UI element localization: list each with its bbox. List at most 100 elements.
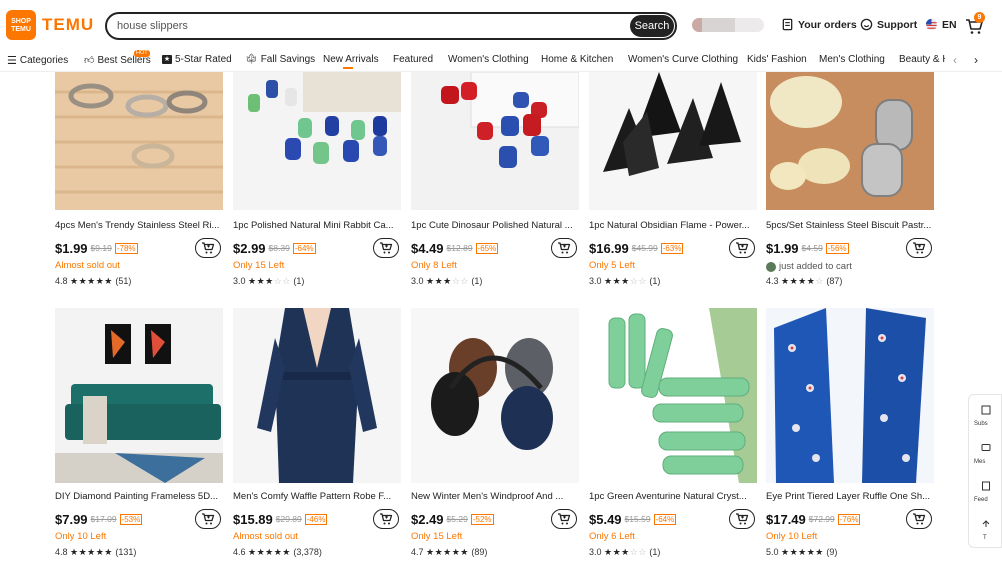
add-to-cart-button[interactable] [551, 238, 577, 258]
product-image[interactable] [766, 72, 934, 212]
product-image[interactable] [766, 308, 934, 483]
nav-womens-curve-label: Women's Curve Clothing [628, 54, 739, 65]
stock-status: Only 15 Left [411, 531, 463, 542]
nav-featured[interactable]: Featured [393, 54, 433, 65]
nav-five-star[interactable]: ★ 5-Star Rated [162, 54, 232, 65]
add-to-cart-button[interactable] [729, 509, 755, 529]
product-title[interactable]: 4pcs Men's Trendy Stainless Steel Ri... [55, 220, 221, 232]
arrow-up-icon[interactable] [981, 519, 991, 529]
product-image[interactable] [233, 72, 401, 212]
nav-beauty-label: Beauty & H [899, 54, 945, 65]
add-to-cart-button[interactable] [195, 509, 221, 529]
nav-home-kitchen-label: Home & Kitchen [541, 54, 614, 65]
discount-badge: -53% [119, 513, 143, 525]
product-title[interactable]: 1pc Natural Obsidian Flame - Power... [589, 220, 755, 232]
product-title[interactable]: Eye Print Tiered Layer Ruffle One Sh... [766, 491, 932, 503]
review-count: (1) [649, 276, 661, 286]
add-to-cart-button[interactable] [195, 238, 221, 258]
original-price: $9.19 [90, 243, 112, 253]
add-to-cart-icon [201, 241, 215, 255]
add-to-cart-icon [379, 512, 393, 526]
nav-mens-clothing[interactable]: Men's Clothing [819, 54, 885, 65]
discount-badge: -52% [470, 513, 494, 525]
rating-row: 3.0 ★★★☆☆ (1) [589, 276, 757, 288]
temu-logo[interactable]: SHOP TEMU TEMU [6, 10, 94, 40]
messages-label[interactable]: Mes [974, 459, 985, 465]
back-to-top-label[interactable]: T [983, 535, 987, 541]
message-icon[interactable] [981, 443, 991, 453]
product-image[interactable] [55, 72, 223, 212]
stock-status: Only 8 Left [411, 260, 457, 271]
nav-new-arrivals[interactable]: New Arrivals [323, 54, 379, 65]
subscribe-icon[interactable] [981, 405, 991, 415]
product-card[interactable]: 1pc Cute Dinosaur Polished Natural ... $… [411, 72, 579, 286]
product-title[interactable]: 1pc Polished Natural Mini Rabbit Ca... [233, 220, 399, 232]
cart-button[interactable]: 9 [964, 12, 985, 36]
product-title[interactable]: Men's Comfy Waffle Pattern Robe F... [233, 491, 399, 503]
your-orders-link[interactable]: Your orders [781, 18, 857, 31]
product-image[interactable] [411, 308, 579, 483]
product-title[interactable]: 1pc Green Aventurine Natural Cryst... [589, 491, 755, 503]
product-image[interactable] [55, 308, 223, 483]
add-to-cart-button[interactable] [373, 509, 399, 529]
feedback-label[interactable]: Feed [974, 497, 988, 503]
nav-womens-clothing[interactable]: Women's Clothing [448, 54, 529, 65]
product-price: $2.49 [411, 511, 444, 527]
account-avatar[interactable] [692, 18, 764, 32]
product-image[interactable] [411, 72, 579, 212]
language-selector[interactable]: EN [925, 18, 957, 31]
review-count: (131) [115, 547, 137, 557]
nav-home-kitchen[interactable]: Home & Kitchen [541, 54, 613, 65]
price-row: $15.89 $29.89 -46% [233, 509, 401, 529]
rating-value: 4.6 [233, 547, 246, 557]
rating-value: 3.0 [411, 276, 424, 286]
support-link[interactable]: Support [860, 18, 917, 31]
product-card[interactable]: DIY Diamond Painting Frameless 5D... $7.… [55, 308, 223, 557]
price-row: $17.49 $72.99 -76% [766, 509, 934, 529]
product-card[interactable]: Men's Comfy Waffle Pattern Robe F... $15… [233, 308, 401, 557]
rating-value: 5.0 [766, 547, 779, 557]
search-input[interactable] [117, 20, 630, 32]
nav-fall-savings[interactable]: 🍁︎ Fall Savings [245, 54, 315, 65]
product-price: $1.99 [766, 240, 799, 256]
product-card[interactable]: Eye Print Tiered Layer Ruffle One Sh... … [766, 308, 934, 557]
product-card[interactable]: 5pcs/Set Stainless Steel Biscuit Pastr..… [766, 72, 934, 286]
product-card[interactable]: 1pc Green Aventurine Natural Cryst... $5… [589, 308, 757, 557]
support-label: Support [877, 18, 918, 31]
add-to-cart-icon [201, 512, 215, 526]
product-image[interactable] [589, 72, 757, 212]
nav-kids-fashion[interactable]: Kids' Fashion [747, 54, 807, 65]
add-to-cart-button[interactable] [906, 509, 932, 529]
original-price: $29.89 [275, 514, 302, 524]
add-to-cart-button[interactable] [729, 238, 755, 258]
search-button[interactable]: Search [630, 15, 674, 37]
add-to-cart-button[interactable] [373, 238, 399, 258]
nav-next-arrow[interactable]: › [974, 53, 978, 67]
product-title[interactable]: DIY Diamond Painting Frameless 5D... [55, 491, 221, 503]
price-row: $2.49 $5.29 -52% [411, 509, 579, 529]
add-to-cart-button[interactable] [906, 238, 932, 258]
price-row: $1.99 $9.19 -78% [55, 238, 223, 258]
product-card[interactable]: 1pc Polished Natural Mini Rabbit Ca... $… [233, 72, 401, 286]
discount-badge: -78% [114, 242, 138, 254]
product-title[interactable]: 5pcs/Set Stainless Steel Biscuit Pastr..… [766, 220, 932, 232]
product-title[interactable]: 1pc Cute Dinosaur Polished Natural ... [411, 220, 577, 232]
product-card[interactable]: New Winter Men's Windproof And ... $2.49… [411, 308, 579, 557]
product-image[interactable] [233, 308, 401, 483]
product-image[interactable] [589, 308, 757, 483]
product-card[interactable]: 1pc Natural Obsidian Flame - Power... $1… [589, 72, 757, 286]
product-card[interactable]: 4pcs Men's Trendy Stainless Steel Ri... … [55, 72, 223, 286]
add-to-cart-button[interactable] [551, 509, 577, 529]
nav-womens-curve[interactable]: Women's Curve Clothing [628, 54, 738, 65]
nav-prev-arrow[interactable]: ‹ [953, 53, 957, 67]
menu-icon: ☰ [7, 55, 17, 67]
nav-categories[interactable]: ☰ Categories [7, 54, 68, 67]
rating-row: 4.8 ★★★★★ (131) [55, 547, 223, 559]
nav-beauty[interactable]: Beauty & H [899, 54, 945, 65]
product-title[interactable]: New Winter Men's Windproof And ... [411, 491, 577, 503]
add-to-cart-icon [735, 512, 749, 526]
subscribe-label[interactable]: Subs [974, 421, 988, 427]
review-count: (1) [471, 276, 483, 286]
feedback-icon[interactable] [981, 481, 991, 491]
star-rating: ★★★★☆ [781, 276, 824, 286]
